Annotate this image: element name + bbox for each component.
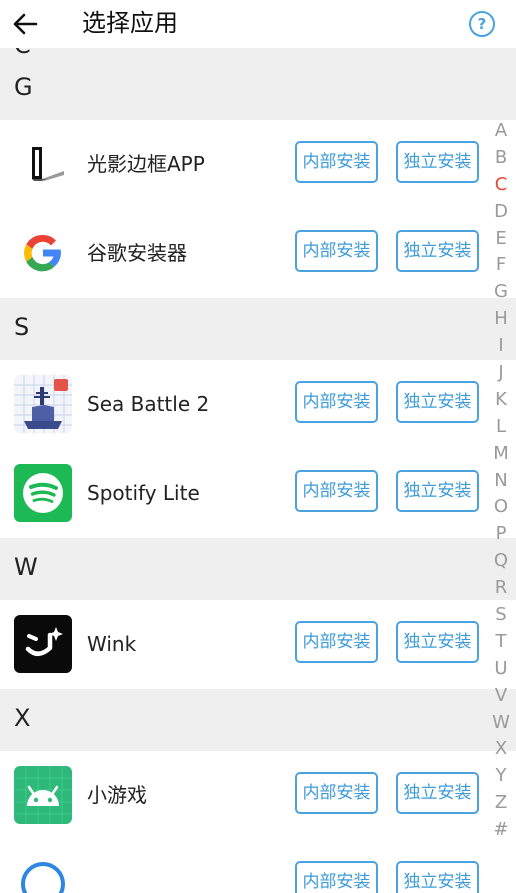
index-letter-s[interactable]: S bbox=[490, 602, 512, 629]
internal-install-button[interactable]: 内部安装 bbox=[295, 861, 378, 893]
app-row[interactable]: Sea Battle 2 内部安装 独立安装 bbox=[0, 360, 516, 449]
index-letter-t[interactable]: T bbox=[490, 629, 512, 656]
section-header-g: G bbox=[0, 58, 516, 120]
google-g-icon bbox=[14, 224, 72, 282]
index-letter-y[interactable]: Y bbox=[490, 763, 512, 790]
index-letter-j[interactable]: J bbox=[490, 360, 512, 387]
index-letter-r[interactable]: R bbox=[490, 575, 512, 602]
section-header-c: C bbox=[0, 48, 516, 58]
index-letter-p[interactable]: P bbox=[490, 521, 512, 548]
index-letter-hash[interactable]: # bbox=[490, 817, 512, 844]
photo-frame-app-icon bbox=[14, 135, 72, 193]
section-header-w: W bbox=[0, 538, 516, 600]
internal-install-button[interactable]: 内部安装 bbox=[295, 621, 378, 663]
standalone-install-button[interactable]: 独立安装 bbox=[396, 470, 479, 512]
app-row[interactable]: Wink 内部安装 独立安装 bbox=[0, 600, 516, 689]
index-letter-e[interactable]: E bbox=[490, 226, 512, 253]
back-arrow-icon[interactable] bbox=[10, 9, 40, 39]
app-bar: 选择应用 ? bbox=[0, 0, 516, 48]
app-row[interactable]: 内部安装 独立安装 bbox=[0, 840, 516, 893]
index-letter-v[interactable]: V bbox=[490, 683, 512, 710]
internal-install-button[interactable]: 内部安装 bbox=[295, 230, 378, 272]
internal-install-button[interactable]: 内部安装 bbox=[295, 772, 378, 814]
index-letter-c[interactable]: C bbox=[490, 172, 512, 199]
section-letter: X bbox=[14, 704, 31, 732]
app-name: 谷歌安装器 bbox=[87, 241, 187, 265]
section-letter: S bbox=[14, 313, 30, 341]
app-icon-partial bbox=[14, 855, 72, 893]
app-list[interactable]: C G 光影边框APP 内部安装 独立安装 bbox=[0, 48, 516, 893]
index-letter-u[interactable]: U bbox=[490, 656, 512, 683]
help-icon[interactable]: ? bbox=[469, 11, 495, 37]
app-name: 小游戏 bbox=[87, 783, 147, 807]
app-row[interactable]: 小游戏 内部安装 独立安装 bbox=[0, 751, 516, 840]
index-letter-d[interactable]: D bbox=[490, 199, 512, 226]
section-letter: G bbox=[14, 73, 33, 101]
index-letter-b[interactable]: B bbox=[490, 145, 512, 172]
android-robot-icon bbox=[14, 766, 72, 824]
index-letter-w[interactable]: W bbox=[490, 710, 512, 737]
wink-face-icon bbox=[14, 615, 72, 673]
page-title: 选择应用 bbox=[82, 9, 178, 37]
index-letter-z[interactable]: Z bbox=[490, 790, 512, 817]
section-letter: C bbox=[14, 48, 31, 58]
app-row[interactable]: Spotify Lite 内部安装 独立安装 bbox=[0, 449, 516, 538]
standalone-install-button[interactable]: 独立安装 bbox=[396, 381, 479, 423]
index-letter-x[interactable]: X bbox=[490, 736, 512, 763]
standalone-install-button[interactable]: 独立安装 bbox=[396, 141, 479, 183]
spotify-icon bbox=[14, 464, 72, 522]
alphabet-index[interactable]: A B C D E F G H I J K L M N O P Q R S T U V W X Y Z # bbox=[490, 118, 512, 844]
app-name: Sea Battle 2 bbox=[87, 392, 210, 416]
index-letter-f[interactable]: F bbox=[490, 252, 512, 279]
app-name: Wink bbox=[87, 632, 137, 656]
index-letter-o[interactable]: O bbox=[490, 494, 512, 521]
app-row[interactable]: 光影边框APP 内部安装 独立安装 bbox=[0, 120, 516, 209]
index-letter-k[interactable]: K bbox=[490, 387, 512, 414]
index-letter-n[interactable]: N bbox=[490, 468, 512, 495]
app-name: Spotify Lite bbox=[87, 481, 200, 505]
battleship-icon bbox=[14, 375, 72, 433]
index-letter-g[interactable]: G bbox=[490, 279, 512, 306]
standalone-install-button[interactable]: 独立安装 bbox=[396, 772, 479, 814]
section-letter: W bbox=[14, 553, 38, 581]
internal-install-button[interactable]: 内部安装 bbox=[295, 141, 378, 183]
index-letter-l[interactable]: L bbox=[490, 414, 512, 441]
internal-install-button[interactable]: 内部安装 bbox=[295, 470, 378, 512]
index-letter-h[interactable]: H bbox=[490, 306, 512, 333]
internal-install-button[interactable]: 内部安装 bbox=[295, 381, 378, 423]
app-row[interactable]: 谷歌安装器 内部安装 独立安装 bbox=[0, 209, 516, 298]
index-letter-a[interactable]: A bbox=[490, 118, 512, 145]
index-letter-m[interactable]: M bbox=[490, 441, 512, 468]
standalone-install-button[interactable]: 独立安装 bbox=[396, 621, 479, 663]
standalone-install-button[interactable]: 独立安装 bbox=[396, 861, 479, 893]
section-header-s: S bbox=[0, 298, 516, 360]
app-name: 光影边框APP bbox=[87, 152, 205, 176]
index-letter-i[interactable]: I bbox=[490, 333, 512, 360]
standalone-install-button[interactable]: 独立安装 bbox=[396, 230, 479, 272]
index-letter-q[interactable]: Q bbox=[490, 548, 512, 575]
section-header-x: X bbox=[0, 689, 516, 751]
